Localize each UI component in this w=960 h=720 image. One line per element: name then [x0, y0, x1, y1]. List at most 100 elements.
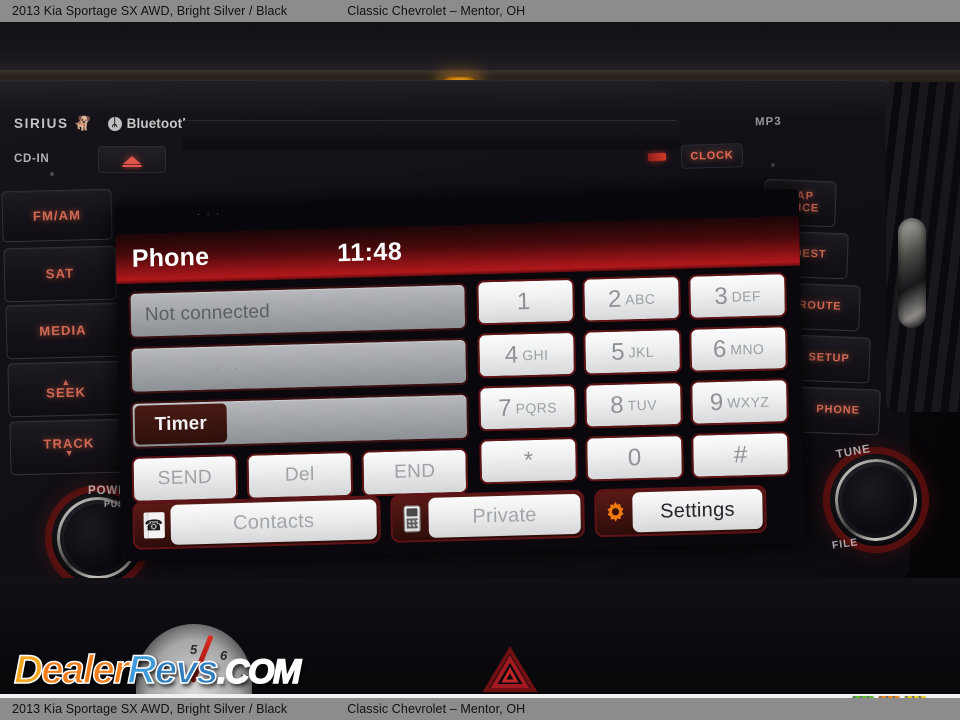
watermark-brand: DealerRevs.COM [13, 647, 302, 693]
key-2[interactable]: 2 ABC [582, 275, 682, 323]
timer-chip: Timer [134, 403, 228, 445]
cd-slot [182, 120, 680, 150]
timer-label: Timer [154, 412, 208, 435]
button-track[interactable]: TRACK ▼ [9, 418, 129, 476]
brand-letter-r: R [127, 647, 157, 693]
private-button[interactable]: Private [428, 493, 581, 538]
key-9[interactable]: 9 WXYZ [690, 378, 789, 426]
button-phone-label: PHONE [816, 403, 861, 418]
key-9-letters: WXYZ [727, 393, 770, 411]
bluetooth-icon: ᛦ [107, 116, 122, 131]
bottom-caption-bar: 2013 Kia Sportage SX AWD, Bright Silver … [0, 698, 960, 720]
key-hash-num: # [733, 440, 748, 469]
eject-button[interactable] [98, 146, 166, 173]
keypad-row: * 0 # [479, 431, 792, 485]
button-phone[interactable]: PHONE [795, 386, 881, 436]
end-button-label: END [393, 460, 436, 483]
number-entry-field[interactable]: · · · [129, 337, 469, 394]
send-button[interactable]: SEND [131, 454, 239, 503]
settings-control-group[interactable]: Settings [594, 484, 767, 538]
key-8[interactable]: 8 TUV [584, 380, 683, 429]
vehicle-title: 2013 Kia Sportage SX AWD, Bright Silver … [12, 4, 288, 18]
private-control-group[interactable]: Private [390, 489, 585, 543]
call-timer-field: Timer [130, 392, 470, 449]
key-hash[interactable]: # [691, 431, 790, 479]
dashboard-top-shelf [0, 22, 960, 74]
key-9-num: 9 [709, 388, 724, 416]
brand-evs: evs [154, 647, 219, 693]
button-seek-label: SEEK [45, 384, 87, 401]
phone-left-column: Not connected · · · Timer SEND Del END [128, 282, 470, 503]
top-caption-bar: 2013 Kia Sportage SX AWD, Bright Silver … [0, 0, 960, 22]
chevron-down-icon: ▼ [64, 448, 74, 459]
key-5[interactable]: 5 JKL [583, 328, 682, 376]
connection-status-field: Not connected [128, 282, 468, 339]
hazard-light-button[interactable] [482, 646, 538, 694]
key-0[interactable]: 0 [585, 433, 684, 482]
screen-body: Not connected · · · Timer SEND Del END 1… [116, 265, 806, 562]
button-fm-am-label: FM/AM [32, 207, 82, 224]
settings-button-label: Settings [659, 498, 736, 523]
contacts-control-group[interactable]: ☎ Contacts [132, 495, 382, 550]
branding-row: SIRIUS 🐕 ᛦ Bluetooth [14, 115, 191, 132]
contacts-button[interactable]: Contacts [170, 499, 378, 545]
key-2-num: 2 [607, 285, 622, 313]
infotainment-touchscreen[interactable]: · · · Phone 11:48 Not connected · · · Ti… [114, 188, 806, 562]
screenshot-root: 2013 Kia Sportage SX AWD, Bright Silver … [0, 0, 960, 720]
clock-display: 11:48 [336, 237, 403, 267]
key-2-letters: ABC [625, 290, 656, 307]
dealer-name: Classic Chevrolet – Mentor, OH [347, 4, 526, 18]
brand-ealer: ealer [41, 647, 130, 693]
page-title: Phone [131, 242, 210, 273]
keypad-row: 1 2 ABC 3 DEF [476, 272, 789, 326]
keypad-row: 4 GHI 5 JKL 6 MNO [477, 325, 790, 379]
button-sat[interactable]: SAT [3, 245, 117, 303]
key-6-num: 6 [712, 335, 727, 363]
eject-icon-bar [122, 165, 142, 167]
key-7[interactable]: 7 PQRS [478, 383, 578, 432]
end-button[interactable]: END [361, 447, 469, 497]
sirius-logo: SIRIUS 🐕 [14, 115, 91, 132]
key-7-num: 7 [498, 394, 512, 422]
contacts-button-label: Contacts [232, 509, 315, 534]
screen-top-dots: · · · [196, 208, 222, 220]
brand-dotcom: .COM [216, 652, 302, 692]
status-led [647, 152, 667, 162]
bluetooth-logo: ᛦ Bluetooth [107, 116, 191, 131]
reset-pinhole [50, 172, 54, 176]
key-6[interactable]: 6 MNO [689, 325, 788, 373]
key-star[interactable]: * [479, 436, 578, 485]
keypad-row: 7 PQRS 8 TUV 9 WXYZ [478, 378, 791, 432]
delete-button[interactable]: Del [246, 450, 354, 500]
vent-adjuster-handle[interactable] [898, 218, 926, 328]
vehicle-title: 2013 Kia Sportage SX AWD, Bright Silver … [12, 702, 288, 716]
key-4[interactable]: 4 GHI [477, 330, 577, 379]
settings-button[interactable]: Settings [632, 488, 763, 533]
key-3[interactable]: 3 DEF [688, 272, 787, 320]
button-seek[interactable]: ▲ SEEK [7, 360, 125, 418]
clock-button[interactable]: CLOCK [680, 143, 744, 169]
key-1[interactable]: 1 [476, 277, 576, 326]
private-button-label: Private [472, 503, 537, 528]
key-0-num: 0 [627, 443, 642, 471]
button-sat-label: SAT [45, 265, 75, 282]
key-5-letters: JKL [628, 343, 655, 360]
key-6-letters: MNO [730, 340, 765, 358]
phonebook-icon-glyph: ☎ [142, 512, 165, 539]
connection-status-text: Not connected [144, 300, 271, 326]
key-8-letters: TUV [627, 396, 657, 413]
button-fm-am[interactable]: FM/AM [1, 188, 113, 243]
vehicle-interior-photo: SIRIUS 🐕 ᛦ Bluetooth CD-IN MP3 CLOCK FM/… [0, 22, 960, 698]
key-4-num: 4 [504, 340, 519, 369]
key-8-num: 8 [610, 391, 624, 419]
button-media[interactable]: MEDIA [5, 302, 121, 360]
sirius-label: SIRIUS [14, 116, 69, 131]
sirius-dog-icon: 🐕 [71, 115, 91, 131]
key-star-num: * [523, 446, 534, 474]
dealerrevs-watermark: 4 5 6 7 DealerRevs.COM YOUR AUTO DEALER … [8, 622, 306, 698]
bluetooth-label: Bluetooth [126, 116, 191, 131]
key-1-num: 1 [516, 287, 531, 315]
button-route-label: ROUTE [798, 299, 842, 314]
key-4-letters: GHI [522, 346, 549, 363]
dealer-name: Classic Chevrolet – Mentor, OH [347, 702, 526, 716]
